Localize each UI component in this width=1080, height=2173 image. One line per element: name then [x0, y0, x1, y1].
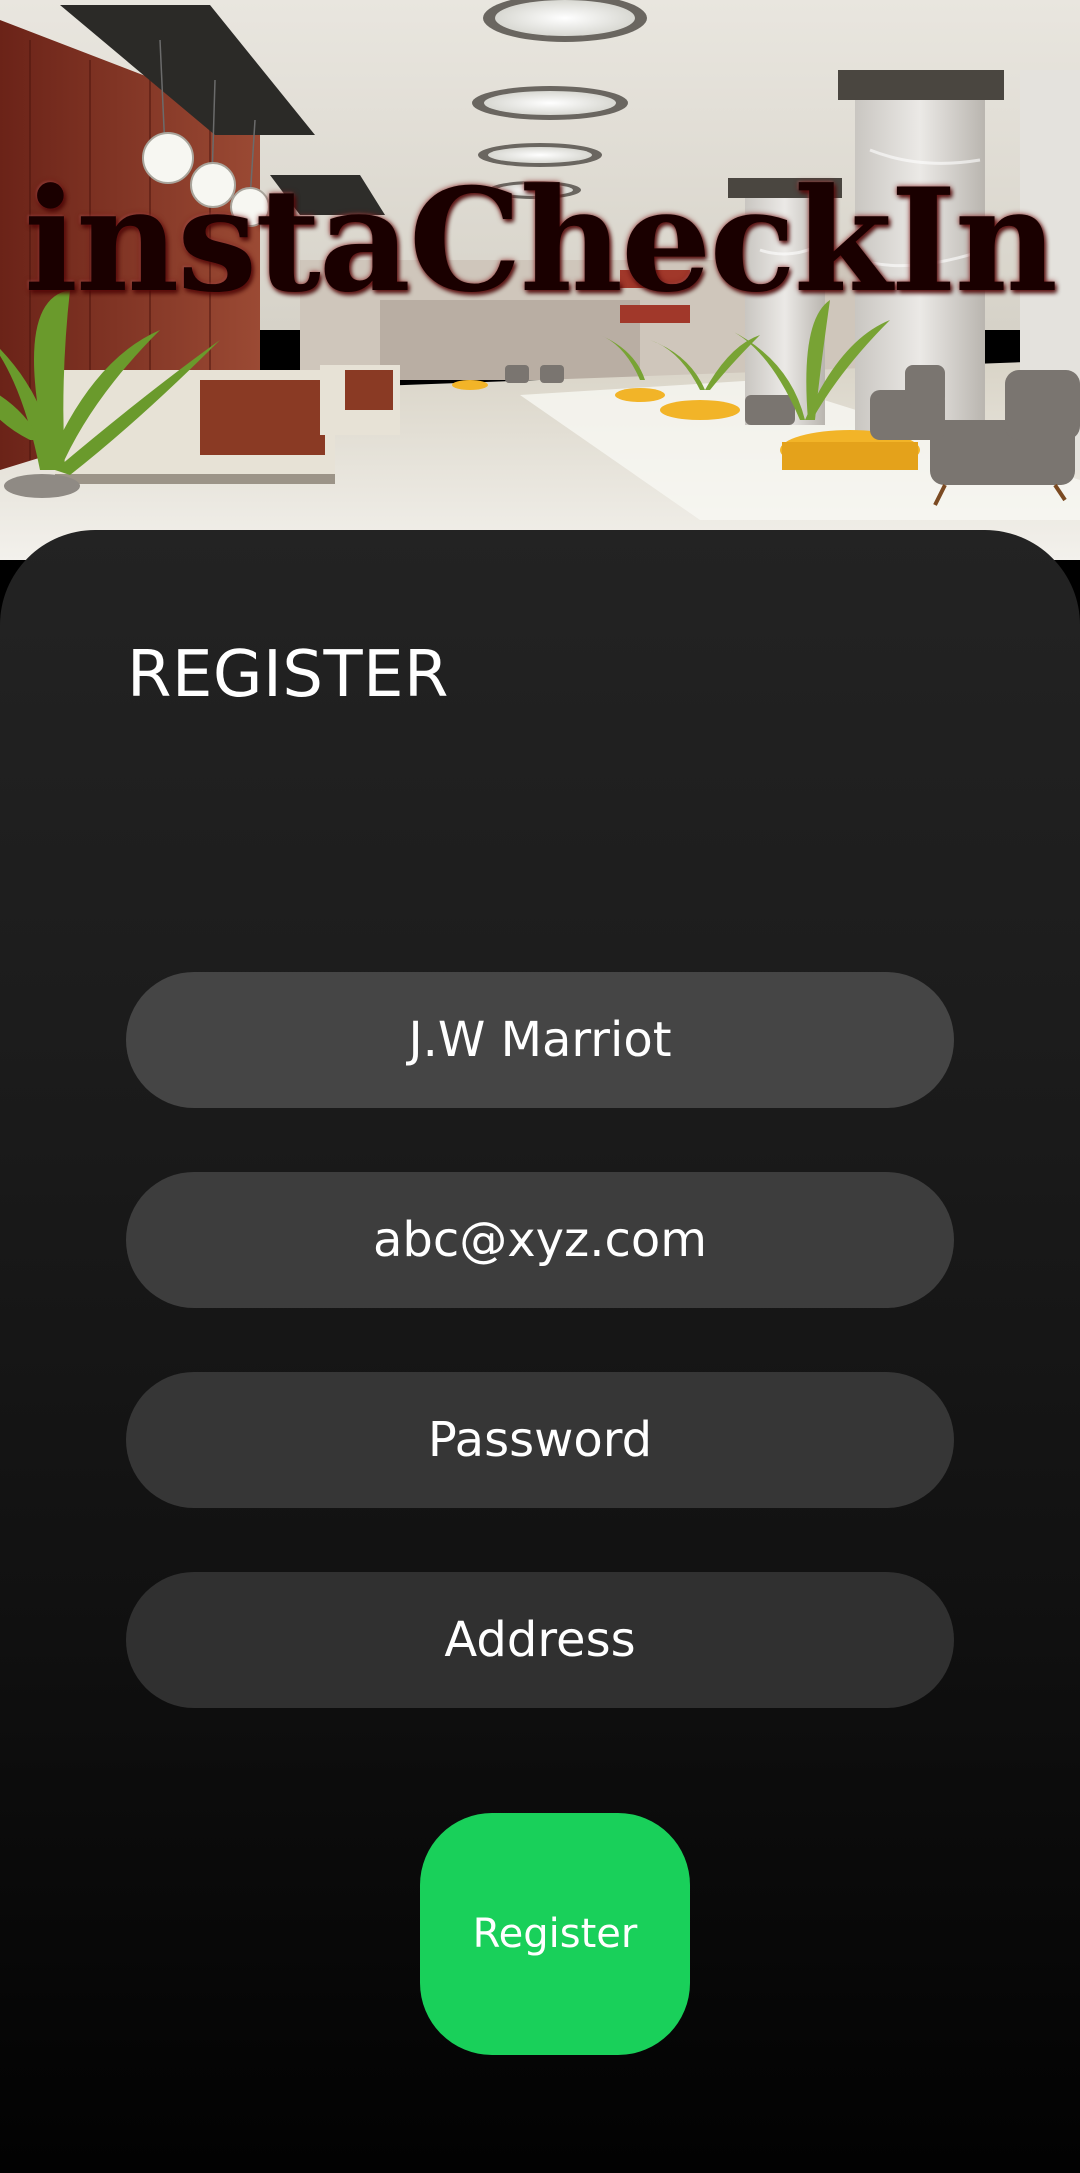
- hotel-lobby-image: instaCheckIn: [0, 0, 1080, 560]
- register-card: REGISTER Register: [0, 530, 1080, 2173]
- address-field[interactable]: [126, 1572, 954, 1708]
- password-field[interactable]: [126, 1372, 954, 1508]
- register-screen: instaCheckIn REGISTER Register: [0, 0, 1080, 2173]
- brand-title: instaCheckIn: [24, 158, 1058, 324]
- register-heading: REGISTER: [127, 638, 449, 712]
- email-field[interactable]: [126, 1172, 954, 1308]
- hotel-name-field[interactable]: [126, 972, 954, 1108]
- register-button[interactable]: Register: [420, 1813, 690, 2055]
